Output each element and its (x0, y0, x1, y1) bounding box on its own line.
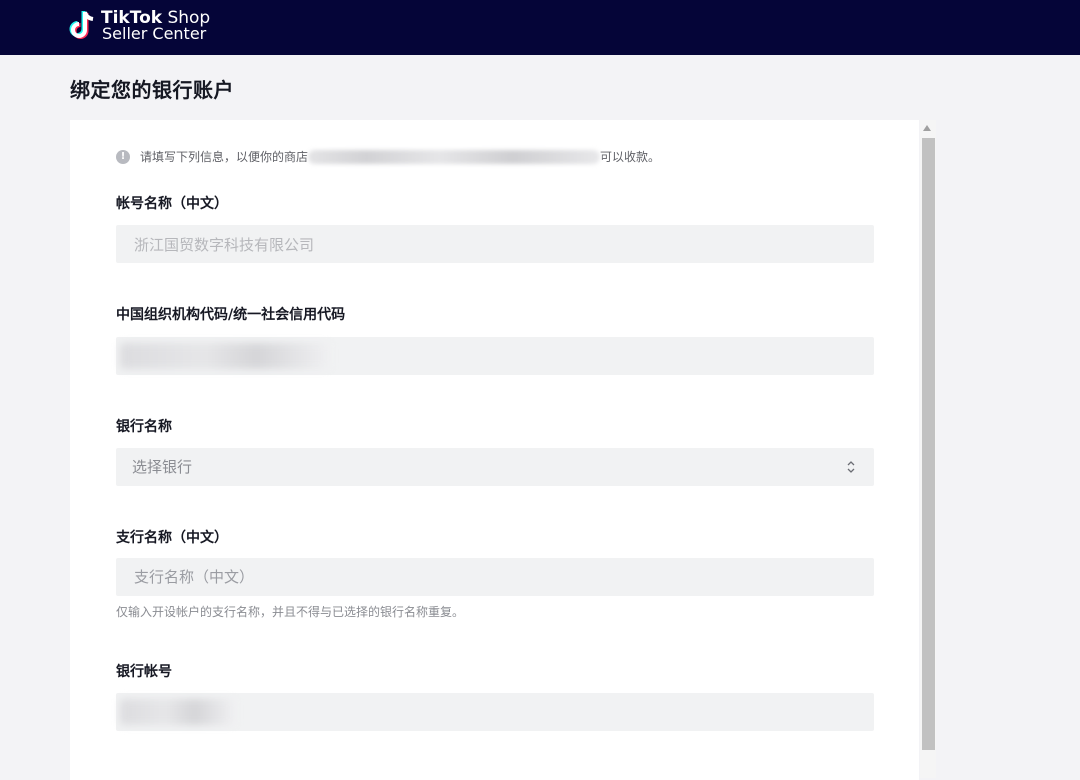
account-number-label: 银行帐号 (116, 664, 172, 680)
scrollbar-thumb[interactable] (922, 138, 935, 750)
account-name-input[interactable] (116, 225, 874, 263)
bank-name-label: 银行名称 (116, 419, 172, 435)
info-notice: ! 请填写下列信息，以便你的商店 可以收款。 (116, 148, 660, 165)
tiktok-shop-logo[interactable]: TikTok Shop Seller Center (68, 7, 210, 45)
org-code-field[interactable] (116, 337, 874, 375)
branch-name-input[interactable] (116, 558, 874, 596)
page-title: 绑定您的银行账户 (70, 78, 234, 102)
redacted-org-code (120, 343, 330, 369)
scroll-up-arrow-icon[interactable] (923, 125, 931, 131)
org-code-label: 中国组织机构代码/统一社会信用代码 (116, 307, 346, 323)
account-name-label: 帐号名称（中文） (116, 196, 228, 212)
account-name-field[interactable] (116, 225, 874, 263)
branch-name-label: 支行名称（中文） (116, 530, 228, 546)
info-icon: ! (116, 149, 130, 164)
branch-name-field[interactable] (116, 558, 874, 596)
redacted-shop-name (308, 149, 601, 164)
bank-name-select[interactable]: 选择银行 (116, 448, 874, 486)
tiktok-note-icon (69, 11, 94, 39)
bank-account-form-card: ! 请填写下列信息，以便你的商店 可以收款。 帐号名称（中文） 中国组织机构代码… (70, 120, 919, 780)
bank-name-selected: 选择银行 (132, 458, 193, 476)
account-number-field[interactable] (116, 693, 874, 731)
notice-suffix: 可以收款。 (600, 150, 661, 164)
chevron-up-down-icon (847, 461, 855, 473)
notice-prefix: 请填写下列信息，以便你的商店 (140, 150, 309, 164)
branch-name-helper: 仅输入开设帐户的支行名称，并且不得与已选择的银行名称重复。 (116, 605, 465, 619)
redacted-account-number (120, 699, 235, 725)
top-nav-bar: TikTok Shop Seller Center (0, 0, 1080, 55)
vertical-scrollbar[interactable] (920, 120, 936, 778)
brand-subtitle: Seller Center (102, 24, 207, 43)
